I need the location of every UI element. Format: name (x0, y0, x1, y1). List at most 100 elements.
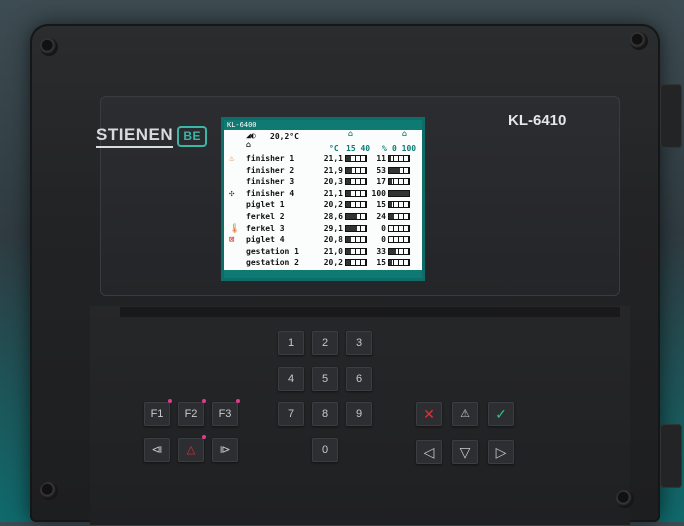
house-row: finisher 1 21,1 11 (246, 154, 424, 164)
f3-led (236, 399, 240, 403)
ventilation-percent: 0 (381, 223, 386, 233)
temperature-bar (345, 236, 367, 244)
ventilation-bar-fill (389, 190, 409, 196)
key-8-label: 8 (321, 408, 329, 420)
screw-bottom-left (40, 482, 58, 500)
outside-temperature: 20,2°C (270, 132, 299, 141)
temperature-bar-fill (346, 248, 351, 254)
ventilation-bar-fill (389, 260, 392, 266)
screw-top-right (630, 32, 648, 50)
ventilation-bar (388, 155, 410, 162)
temperature-bar (345, 259, 367, 267)
f2-led (202, 399, 206, 403)
key-9[interactable]: 9 (346, 402, 372, 426)
ventilation-bar (388, 247, 410, 255)
ventilation-bar (388, 224, 410, 232)
ventilation-bar-fill (389, 202, 392, 208)
temp-unit: °C (329, 144, 339, 153)
ventilation-percent: 0 (381, 235, 386, 245)
right-button[interactable]: ▷ (488, 440, 514, 464)
key-2-label: 2 (321, 337, 329, 349)
forward-button[interactable]: ⧐ (212, 438, 238, 462)
temperature-bar-fill (346, 156, 351, 161)
temperature-bar (345, 224, 367, 232)
house-temperature: 20,3 (323, 177, 343, 187)
temperature-bar-fill (346, 225, 358, 231)
house-row: gestation 2 20,2 15 (246, 258, 424, 268)
alarm-button[interactable]: △ (178, 435, 206, 462)
key-8[interactable]: 8 (312, 402, 338, 426)
fan-icon: ✣ (229, 188, 235, 199)
ventilation-percent: 100 (371, 188, 386, 198)
forward-icon: ⧐ (219, 444, 231, 456)
temperature-bar-fill (346, 260, 351, 266)
temperature-bar-fill (346, 179, 351, 185)
house-name: finisher 4 (246, 188, 295, 198)
f1-button[interactable]: F1 (144, 399, 172, 426)
up-plus-button[interactable]: ⚠ (452, 402, 478, 426)
house-name: finisher 3 (246, 177, 295, 187)
ventilation-bar-fill (389, 156, 392, 161)
key-6[interactable]: 6 (346, 367, 372, 391)
house-temperature: 21,9 (323, 165, 343, 175)
house-temperature: 21,1 (323, 154, 343, 163)
screen-footer (224, 270, 422, 278)
ventilation-bar (388, 178, 410, 186)
temperature-bar-fill (346, 190, 351, 196)
left-button[interactable]: ◁ (416, 440, 442, 464)
ventilation-percent: 15 (376, 200, 386, 210)
key-4-label: 4 (287, 373, 295, 385)
key-0-label: 0 (321, 444, 329, 456)
confirm-button[interactable]: ✓ (488, 402, 514, 426)
temperature-bar (345, 247, 367, 255)
f1-label: F1 (150, 408, 164, 420)
right-arrow-icon: ▷ (495, 444, 507, 460)
cancel-button[interactable]: ✕ (416, 402, 442, 426)
ventilation-bar (388, 166, 410, 174)
screen-title: KL-6400 (224, 120, 422, 130)
key-2[interactable]: 2 (312, 331, 338, 355)
bell-icon: △ (186, 444, 196, 456)
ventilation-bar (388, 259, 410, 267)
panel-seam (120, 307, 620, 317)
temperature-bar (345, 189, 367, 197)
ventilation-bar-fill (389, 214, 394, 219)
key-1[interactable]: 1 (278, 331, 304, 355)
ventilation-bar (388, 201, 410, 209)
down-arrow-icon: ▽ (459, 444, 471, 460)
temperature-bar (345, 213, 367, 220)
key-5[interactable]: 5 (312, 367, 338, 391)
key-3[interactable]: 3 (346, 331, 372, 355)
key-5-label: 5 (321, 373, 329, 385)
screw-bottom-right (616, 490, 634, 508)
up-plus-icon: ⚠ (460, 408, 470, 420)
key-1-label: 1 (287, 337, 295, 349)
key-3-label: 3 (355, 337, 363, 349)
house-temperature: 20,2 (323, 200, 343, 210)
house-temperature: 20,8 (323, 235, 343, 245)
ventilation-percent: 53 (376, 165, 386, 175)
f1-led (168, 399, 172, 403)
key-7[interactable]: 7 (278, 402, 304, 426)
key-4[interactable]: 4 (278, 367, 304, 391)
f2-label: F2 (184, 408, 198, 420)
alarm-led (202, 435, 206, 439)
down-button[interactable]: ▽ (452, 440, 478, 464)
ventilation-bar-fill (389, 179, 393, 185)
ventilation-percent: 11 (376, 154, 386, 163)
house-name: finisher 2 (246, 165, 295, 175)
rewind-icon: ⧏ (151, 444, 163, 456)
house-temperature: 21,0 (323, 246, 343, 256)
brand-logo: STIENEN BE (96, 125, 208, 148)
house-row: finisher 2 21,9 53 (246, 166, 424, 176)
f2-button[interactable]: F2 (178, 399, 206, 426)
house-row: piglet 4 20,8 0 (246, 235, 424, 245)
house-name: gestation 1 (246, 246, 299, 256)
f3-button[interactable]: F3 (212, 399, 240, 426)
house-name: gestation 2 (246, 258, 299, 268)
rewind-button[interactable]: ⧏ (144, 438, 170, 462)
key-0[interactable]: 0 (312, 438, 338, 462)
temperature-bar-fill (346, 202, 351, 208)
ventilation-bar (388, 236, 410, 244)
ventilation-percent: 15 (376, 258, 386, 268)
